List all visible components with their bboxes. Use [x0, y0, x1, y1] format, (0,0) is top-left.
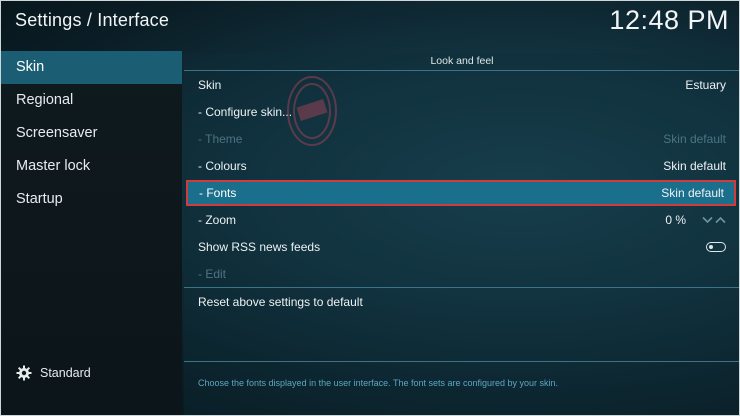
clock: 12:48 PM — [609, 5, 729, 35]
help-footer: Choose the fonts displayed in the user i… — [184, 361, 739, 415]
page-title: Settings / Interface — [15, 10, 170, 30]
setting-label: - Configure skin... — [198, 105, 293, 119]
setting-value: 0 % — [665, 213, 686, 227]
reset-settings-button[interactable]: Reset above settings to default — [184, 289, 739, 315]
chevron-down-icon[interactable] — [702, 216, 713, 224]
section-title: Look and feel — [184, 53, 739, 71]
setting-colours[interactable]: - Colours Skin default — [184, 153, 739, 179]
setting-value: Skin default — [663, 159, 726, 173]
setting-label: - Theme — [198, 132, 243, 146]
sidebar-item-master-lock[interactable]: Master lock — [1, 150, 182, 183]
sidebar-item-screensaver[interactable]: Screensaver — [1, 117, 182, 150]
setting-zoom[interactable]: - Zoom 0 % — [184, 207, 739, 233]
setting-label: Skin — [198, 78, 222, 92]
chevron-up-icon[interactable] — [715, 216, 726, 224]
setting-skin[interactable]: Skin Estuary — [184, 72, 739, 98]
setting-label: - Colours — [198, 159, 247, 173]
rss-toggle[interactable] — [706, 242, 726, 252]
setting-value: Skin default — [661, 186, 724, 200]
sidebar-item-regional[interactable]: Regional — [1, 84, 182, 117]
setting-label: Show RSS news feeds — [198, 240, 321, 254]
app-window: Settings / Interface 12:48 PM Skin Regio… — [0, 0, 740, 416]
settings-panel: Look and feel Skin Estuary - Configure s… — [184, 53, 739, 415]
setting-label: - Fonts — [199, 186, 237, 200]
setting-value: Estuary — [685, 78, 726, 92]
setting-label: - Edit — [198, 267, 227, 281]
settings-level-label: Standard — [40, 366, 91, 380]
setting-configure-skin[interactable]: - Configure skin... — [184, 99, 739, 125]
sidebar-item-startup[interactable]: Startup — [1, 183, 182, 216]
settings-level-button[interactable]: Standard — [16, 364, 91, 382]
setting-rss-feeds[interactable]: Show RSS news feeds — [184, 234, 739, 260]
sidebar: Skin Regional Screensaver Master lock St… — [1, 51, 182, 415]
setting-theme: - Theme Skin default — [184, 126, 739, 152]
gear-icon — [16, 365, 32, 381]
divider — [184, 287, 739, 288]
sidebar-item-skin[interactable]: Skin — [1, 51, 182, 84]
setting-edit: - Edit — [184, 261, 739, 287]
reset-label: Reset above settings to default — [198, 295, 363, 309]
help-text: Choose the fonts displayed in the user i… — [198, 378, 559, 388]
setting-label: - Zoom — [198, 213, 237, 227]
setting-fonts[interactable]: - Fonts Skin default — [186, 180, 736, 206]
setting-value: Skin default — [663, 132, 726, 146]
